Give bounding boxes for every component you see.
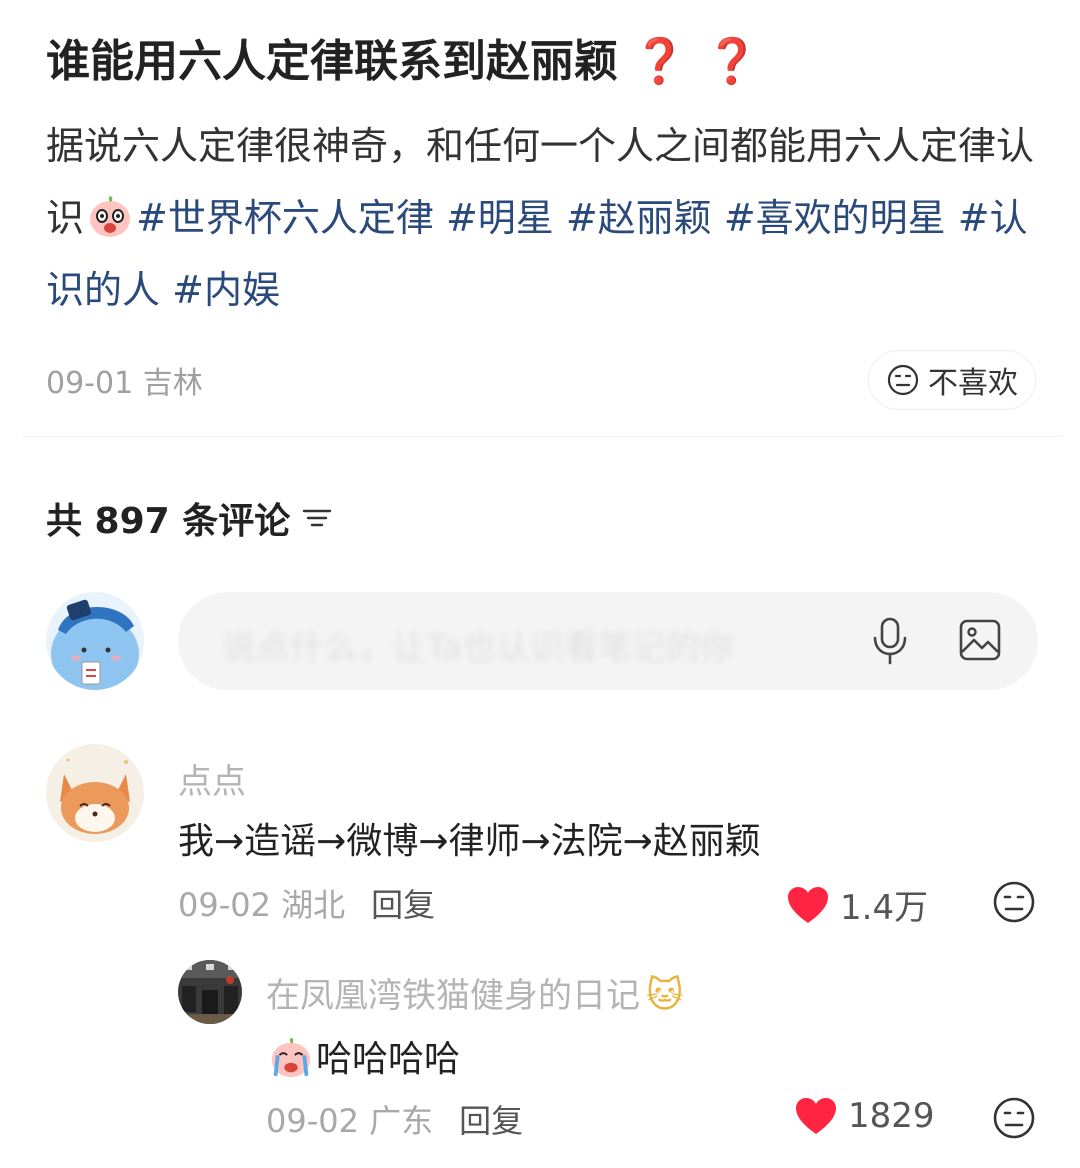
tag-link[interactable]: #内娱 <box>172 268 280 312</box>
tag-link[interactable]: #世界杯六人定律 <box>136 196 434 240</box>
microphone-icon[interactable] <box>870 616 910 666</box>
reply-button[interactable]: 回复 <box>459 1102 523 1140</box>
blue-blob-avatar-icon <box>46 592 144 690</box>
comment-count: 共 897 条评论 <box>46 492 332 544</box>
dislike-face-icon[interactable] <box>992 1096 1036 1140</box>
comment-input-placeholder: 说点什么，让Ta也认识看笔记的你 <box>222 628 734 668</box>
comment-location: 广东 <box>369 1102 434 1140</box>
dislike-button[interactable]: 不喜欢 <box>868 350 1036 410</box>
comment-input[interactable]: 说点什么，让Ta也认识看笔记的你 <box>178 592 1038 690</box>
post-title-text: 谁能用六人定律联系到赵丽颖 <box>46 36 618 87</box>
neutral-face-icon <box>887 364 919 396</box>
post-title: 谁能用六人定律联系到赵丽颖 ❓❓ <box>46 30 1046 94</box>
comment-text: 我→造谣→微博→律师→法院→赵丽颖 <box>178 821 761 862</box>
tag-link[interactable]: #赵丽颖 <box>566 196 712 240</box>
tag-link[interactable]: #喜欢的明星 <box>724 196 946 240</box>
commenter-name-text: 在凤凰湾铁猫健身的日记 <box>266 976 640 1016</box>
question-marks: ❓❓ <box>632 36 778 87</box>
post-location: 吉林 <box>142 366 203 401</box>
image-picker-icon[interactable] <box>958 618 1002 662</box>
post-meta: 09-01 吉林 <box>46 358 203 402</box>
sort-icon[interactable] <box>302 505 332 531</box>
comment-count-label: 共 897 条评论 <box>46 501 291 542</box>
commenter-name[interactable]: 点点 <box>178 754 246 803</box>
crying-peach-emoji-icon <box>271 1038 311 1078</box>
comment-text-row: 哈哈哈哈 <box>266 1030 460 1082</box>
commenter-name[interactable]: 在凤凰湾铁猫健身的日记 🐱 <box>266 968 684 1017</box>
comment-text: 哈哈哈哈 <box>316 1039 461 1080</box>
comment-location: 湖北 <box>281 886 346 924</box>
dislike-label: 不喜欢 <box>928 366 1018 401</box>
heart-icon <box>788 886 828 923</box>
my-avatar[interactable] <box>46 592 144 690</box>
gym-photo-avatar-icon <box>178 960 242 1024</box>
shocked-peach-emoji-icon <box>90 196 131 237</box>
comment-meta: 09-02 广东 回复 <box>266 1096 523 1142</box>
commenter-avatar[interactable] <box>46 744 144 842</box>
tag-link[interactable]: #明星 <box>446 196 554 240</box>
post-body: 据说六人定律很神奇，和任何一个人之间都能用六人定律认识 #世界杯六人定律 #明星… <box>46 110 1046 326</box>
comment-date: 09-02 <box>266 1102 359 1140</box>
like-button[interactable]: 1829 <box>794 1096 935 1136</box>
like-count: 1.4万 <box>840 888 929 928</box>
heart-icon <box>796 1098 836 1134</box>
reply-button[interactable]: 回复 <box>371 886 435 924</box>
cat-emoji-icon: 🐱 <box>646 975 684 1016</box>
fox-avatar-icon <box>46 744 144 842</box>
like-button[interactable]: 1.4万 <box>786 880 928 929</box>
like-count: 1829 <box>848 1096 935 1136</box>
commenter-avatar[interactable] <box>178 960 242 1024</box>
post-date: 09-01 <box>46 366 134 401</box>
divider <box>22 436 1062 437</box>
dislike-face-icon[interactable] <box>992 880 1036 924</box>
comment-meta: 09-02 湖北 回复 <box>178 880 435 926</box>
comment-date: 09-02 <box>178 886 271 924</box>
